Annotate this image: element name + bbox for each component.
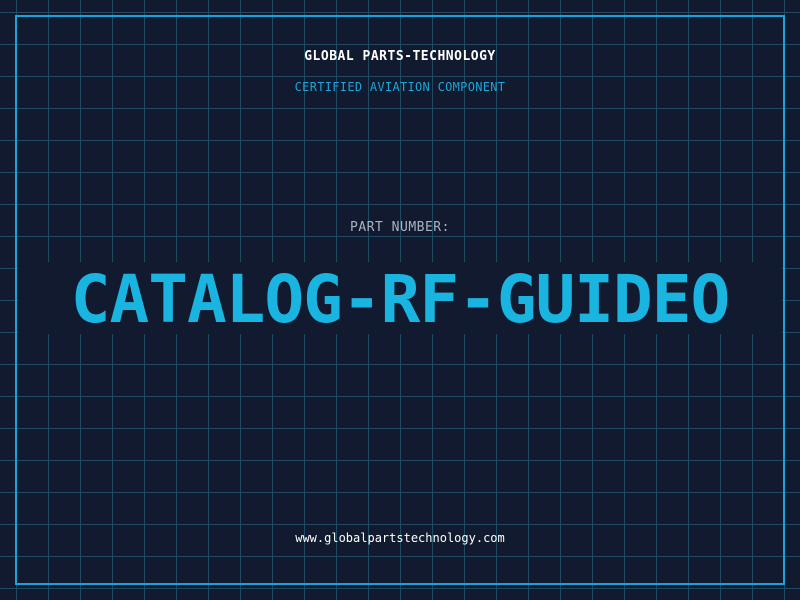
certificate-page: GLOBAL PARTS-TECHNOLOGY CERTIFIED AVIATI… xyxy=(0,0,800,600)
part-number-label: PART NUMBER: xyxy=(350,220,450,235)
part-number-value: CATALOG-RF-GUIDEO xyxy=(70,261,731,338)
company-name: GLOBAL PARTS-TECHNOLOGY xyxy=(304,49,496,64)
website-url: www.globalpartstechnology.com xyxy=(295,531,505,545)
certification-subtitle: CERTIFIED AVIATION COMPONENT xyxy=(294,80,506,94)
